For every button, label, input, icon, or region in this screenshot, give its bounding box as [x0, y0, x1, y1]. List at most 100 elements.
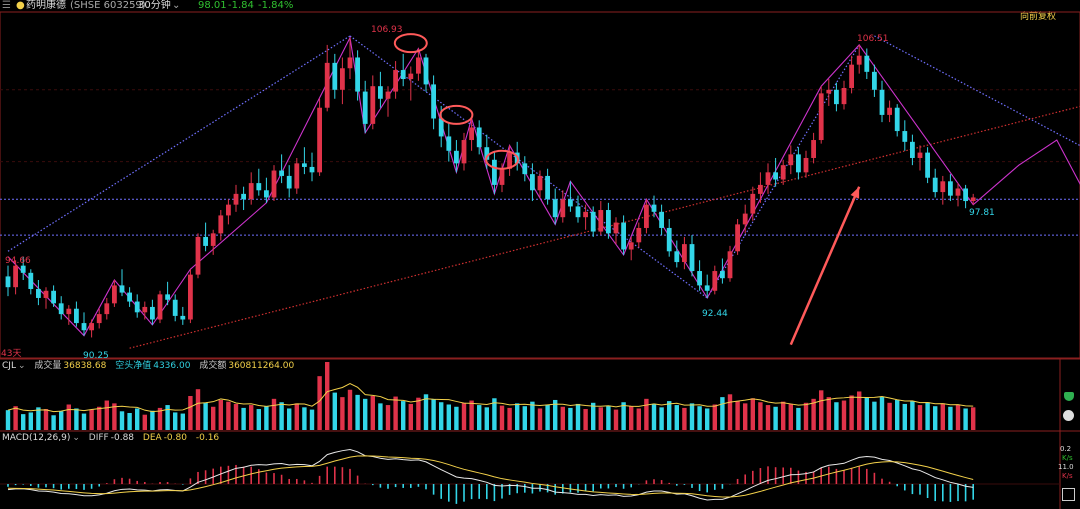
volume-bar-8	[66, 404, 71, 430]
candle-body-23	[180, 315, 186, 320]
volume-bar-103	[788, 403, 793, 430]
volume-bar-85	[651, 403, 657, 430]
candle-body-19	[150, 306, 155, 320]
candle-body-18	[142, 306, 148, 313]
candle-body-74	[568, 199, 573, 207]
candle-body-43	[332, 62, 338, 90]
volume-bar-87	[667, 401, 672, 430]
candle-body-39	[302, 163, 307, 167]
volume-bar-65	[499, 405, 505, 430]
candle-body-31	[241, 193, 246, 200]
candle-body-1	[13, 265, 18, 288]
label-left-mark: 94.66	[5, 256, 31, 266]
candle-body-83	[636, 227, 642, 243]
candle-body-61	[469, 127, 474, 141]
volume-bar-62	[477, 405, 482, 430]
volume-bar-92	[705, 408, 710, 430]
expand-icon[interactable]	[1062, 488, 1075, 501]
volume-bar-43	[332, 392, 337, 430]
candle-body-44	[340, 68, 345, 90]
candle-body-9	[74, 308, 79, 324]
volume-bar-47	[363, 398, 368, 430]
zigzag-line	[7, 35, 1080, 337]
volume-bar-78	[598, 407, 603, 430]
candle-body-59	[454, 150, 459, 164]
shield-icon[interactable]	[1064, 392, 1074, 401]
candle-body-56	[431, 84, 436, 119]
candle-body-110	[841, 87, 847, 105]
candle-body-88	[674, 251, 680, 263]
volume-bar-46	[355, 394, 360, 430]
volume-bar-0	[5, 410, 11, 430]
volume-bar-59	[454, 406, 459, 430]
volume-bar-40	[309, 409, 315, 430]
trendline-0	[7, 35, 351, 252]
volume-bar-61	[469, 400, 474, 430]
candle-body-85	[651, 204, 657, 212]
candle-body-48	[370, 86, 376, 124]
candle-body-122	[932, 177, 938, 193]
volume-bar-35	[271, 398, 277, 430]
volume-bar-79	[606, 405, 611, 430]
candle-body-50	[385, 91, 391, 99]
candle-body-112	[856, 55, 862, 65]
annotation-circle-1	[439, 104, 474, 125]
candle-body-93	[712, 271, 718, 291]
candle-body-36	[279, 170, 284, 176]
candle-body-2	[20, 265, 26, 273]
candle-body-26	[203, 236, 208, 246]
volume-bar-90	[689, 403, 695, 430]
candle-body-38	[294, 163, 300, 189]
candle-body-82	[628, 242, 634, 250]
volume-bar-120	[917, 405, 923, 430]
candle-body-107	[818, 93, 824, 141]
candle-body-49	[378, 86, 383, 99]
volume-bar-109	[834, 402, 839, 430]
candle-body-86	[659, 211, 664, 228]
candle-body-13	[104, 303, 110, 315]
candle-body-21	[165, 294, 170, 300]
candle-body-100	[765, 172, 771, 185]
candle-body-120	[917, 152, 923, 158]
volume-bar-4	[36, 407, 41, 430]
circle-icon[interactable]	[1063, 410, 1074, 421]
candle-body-115	[879, 89, 885, 115]
volume-bar-76	[583, 409, 588, 430]
candle-body-10	[81, 323, 87, 331]
candle-body-33	[256, 183, 262, 191]
candle-body-7	[58, 303, 64, 315]
volume-bar-38	[294, 403, 299, 430]
volume-bar-51	[393, 396, 398, 430]
volume-bar-125	[955, 404, 961, 430]
kline-chart[interactable]: 90.25 94.66 106.93 92.44 106.51 97.81 43…	[0, 0, 1080, 509]
volume-bar-100	[765, 405, 771, 430]
volume-bar-28	[218, 399, 223, 430]
candle-body-4	[36, 288, 41, 298]
volume-bar-44	[340, 397, 345, 430]
volume-bar-110	[841, 400, 847, 430]
candle-body-124	[948, 181, 953, 196]
volume-bar-73	[560, 406, 565, 430]
candle-body-91	[697, 271, 702, 286]
volume-bar-13	[104, 400, 109, 430]
candle-body-37	[286, 175, 292, 189]
candle-body-8	[66, 308, 72, 315]
candle-body-0	[5, 276, 11, 288]
candle-body-84	[644, 204, 649, 228]
volume-bar-33	[256, 409, 261, 430]
volume-bar-124	[948, 406, 953, 430]
candle-body-17	[134, 301, 140, 313]
candle-body-60	[461, 140, 467, 164]
candle-body-68	[522, 163, 528, 175]
volume-bar-9	[74, 408, 79, 430]
volume-bar-89	[682, 407, 687, 430]
volume-bar-68	[522, 406, 527, 430]
volume-bar-41	[317, 376, 322, 430]
volume-bar-39	[302, 407, 307, 430]
candle-body-117	[894, 107, 900, 132]
candle-body-12	[96, 314, 102, 324]
volume-bar-98	[750, 398, 755, 430]
volume-bar-34	[264, 406, 269, 430]
candle-body-113	[864, 55, 870, 72]
candle-body-89	[682, 244, 687, 263]
